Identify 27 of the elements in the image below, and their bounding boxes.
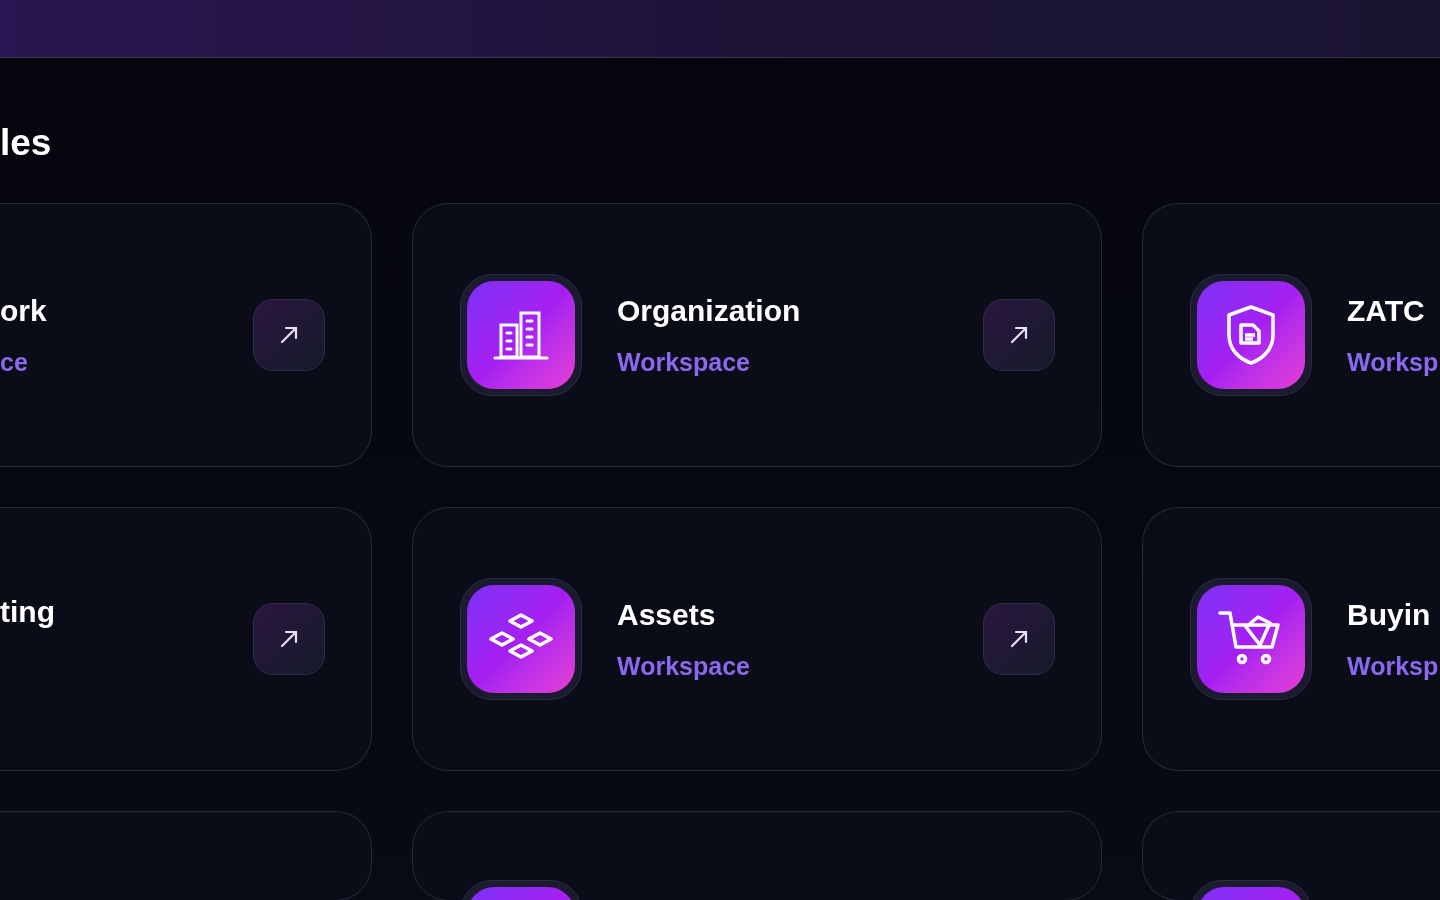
module-subtitle: ce bbox=[0, 347, 28, 377]
module-card[interactable]: ting bbox=[0, 507, 372, 771]
arrow-up-right-icon bbox=[1009, 325, 1029, 345]
module-card[interactable]: Organization Workspace bbox=[412, 203, 1102, 467]
module-subtitle: Worksp bbox=[1347, 651, 1439, 681]
module-title: ting bbox=[0, 594, 55, 630]
open-button[interactable] bbox=[983, 603, 1055, 675]
module-card[interactable]: ZATC Worksp bbox=[1142, 203, 1440, 467]
module-subtitle: Workspace bbox=[617, 651, 750, 681]
module-title: ZATC bbox=[1347, 293, 1425, 329]
open-button[interactable] bbox=[253, 299, 325, 371]
arrow-up-right-icon bbox=[279, 629, 299, 649]
arrow-up-right-icon bbox=[279, 325, 299, 345]
open-button[interactable] bbox=[253, 603, 325, 675]
open-button[interactable] bbox=[983, 299, 1055, 371]
module-title: Assets bbox=[617, 597, 716, 633]
module-card[interactable] bbox=[1142, 811, 1440, 900]
arrow-up-right-icon bbox=[1009, 629, 1029, 649]
module-card[interactable]: Assets Workspace bbox=[412, 507, 1102, 771]
module-card[interactable]: ork ce bbox=[0, 203, 372, 467]
module-subtitle: Workspace bbox=[617, 347, 750, 377]
module-card[interactable]: Buyin Worksp bbox=[1142, 507, 1440, 771]
module-title: Organization bbox=[617, 293, 801, 329]
module-title: Buyin bbox=[1347, 597, 1431, 633]
section-title: les bbox=[0, 121, 52, 165]
module-subtitle: Worksp bbox=[1347, 347, 1439, 377]
module-title: ork bbox=[0, 293, 47, 329]
